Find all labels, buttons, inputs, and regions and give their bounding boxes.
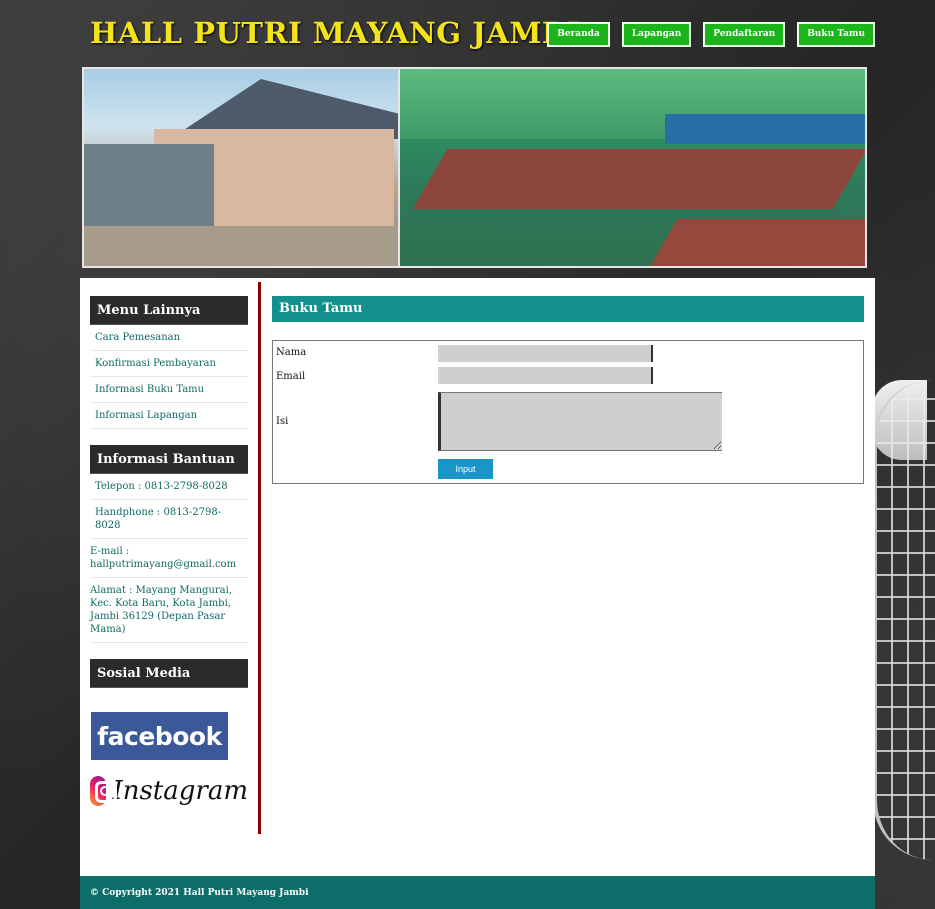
email-info: E-mail : hallputrimayang@gmail.com (90, 539, 248, 578)
site-title: HALL PUTRI MAYANG JAMBI (90, 16, 581, 50)
court-photo (400, 69, 865, 266)
instagram-icon (90, 776, 118, 806)
copyright-text: © Copyright 2021 Hall Putri Mayang Jambi (90, 888, 309, 898)
isi-textarea[interactable] (438, 392, 722, 451)
guestbook-form: Nama Email Isi Input (272, 340, 864, 484)
instagram-label: Instagram (112, 776, 248, 806)
sosial-media-heading: Sosial Media (90, 659, 248, 688)
nav-pendaftaran-link[interactable]: Pendaftaran (703, 22, 786, 47)
telepon-info: Telepon : 0813-2798-8028 (90, 474, 248, 500)
handphone-info: Handphone : 0813-2798-8028 (90, 500, 248, 539)
sidebar-item-informasi-lapangan[interactable]: Informasi Lapangan (90, 403, 248, 429)
input-button[interactable]: Input (438, 459, 493, 479)
sidebar-item-cara-pemesanan[interactable]: Cara Pemesanan (90, 325, 248, 351)
sidebar-item-informasi-buku-tamu[interactable]: Informasi Buku Tamu (90, 377, 248, 403)
footer: © Copyright 2021 Hall Putri Mayang Jambi (80, 876, 875, 909)
top-nav: Beranda Lapangan Pendaftaran Buku Tamu (547, 22, 875, 47)
alamat-info: Alamat : Mayang Mangurai, Kec. Kota Baru… (90, 578, 248, 643)
sidebar: Menu Lainnya Cara Pemesanan Konfirmasi P… (90, 296, 248, 806)
content-area: Menu Lainnya Cara Pemesanan Konfirmasi P… (80, 278, 875, 876)
nav-lapangan-link[interactable]: Lapangan (621, 22, 692, 47)
sidebar-divider (258, 282, 261, 834)
email-label: Email (276, 371, 306, 382)
main-panel: Buku Tamu Nama Email Isi Input (272, 296, 864, 484)
building-photo (84, 69, 400, 266)
nama-label: Nama (276, 347, 307, 358)
nama-input[interactable] (438, 345, 653, 362)
nav-buku-tamu-link[interactable]: Buku Tamu (797, 22, 875, 47)
email-input[interactable] (438, 367, 653, 384)
menu-lainnya-heading: Menu Lainnya (90, 296, 248, 325)
instagram-link[interactable]: Instagram (90, 776, 248, 806)
informasi-bantuan-heading: Informasi Bantuan (90, 445, 248, 474)
header-banner (82, 67, 867, 268)
site-header: HALL PUTRI MAYANG JAMBI Beranda Lapangan… (80, 10, 875, 62)
isi-label: Isi (276, 416, 289, 427)
nav-beranda-link[interactable]: Beranda (547, 22, 610, 47)
racket-decoration (873, 380, 935, 860)
facebook-link[interactable]: facebook (91, 712, 228, 760)
page-title: Buku Tamu (272, 296, 864, 322)
sidebar-item-konfirmasi-pembayaran[interactable]: Konfirmasi Pembayaran (90, 351, 248, 377)
